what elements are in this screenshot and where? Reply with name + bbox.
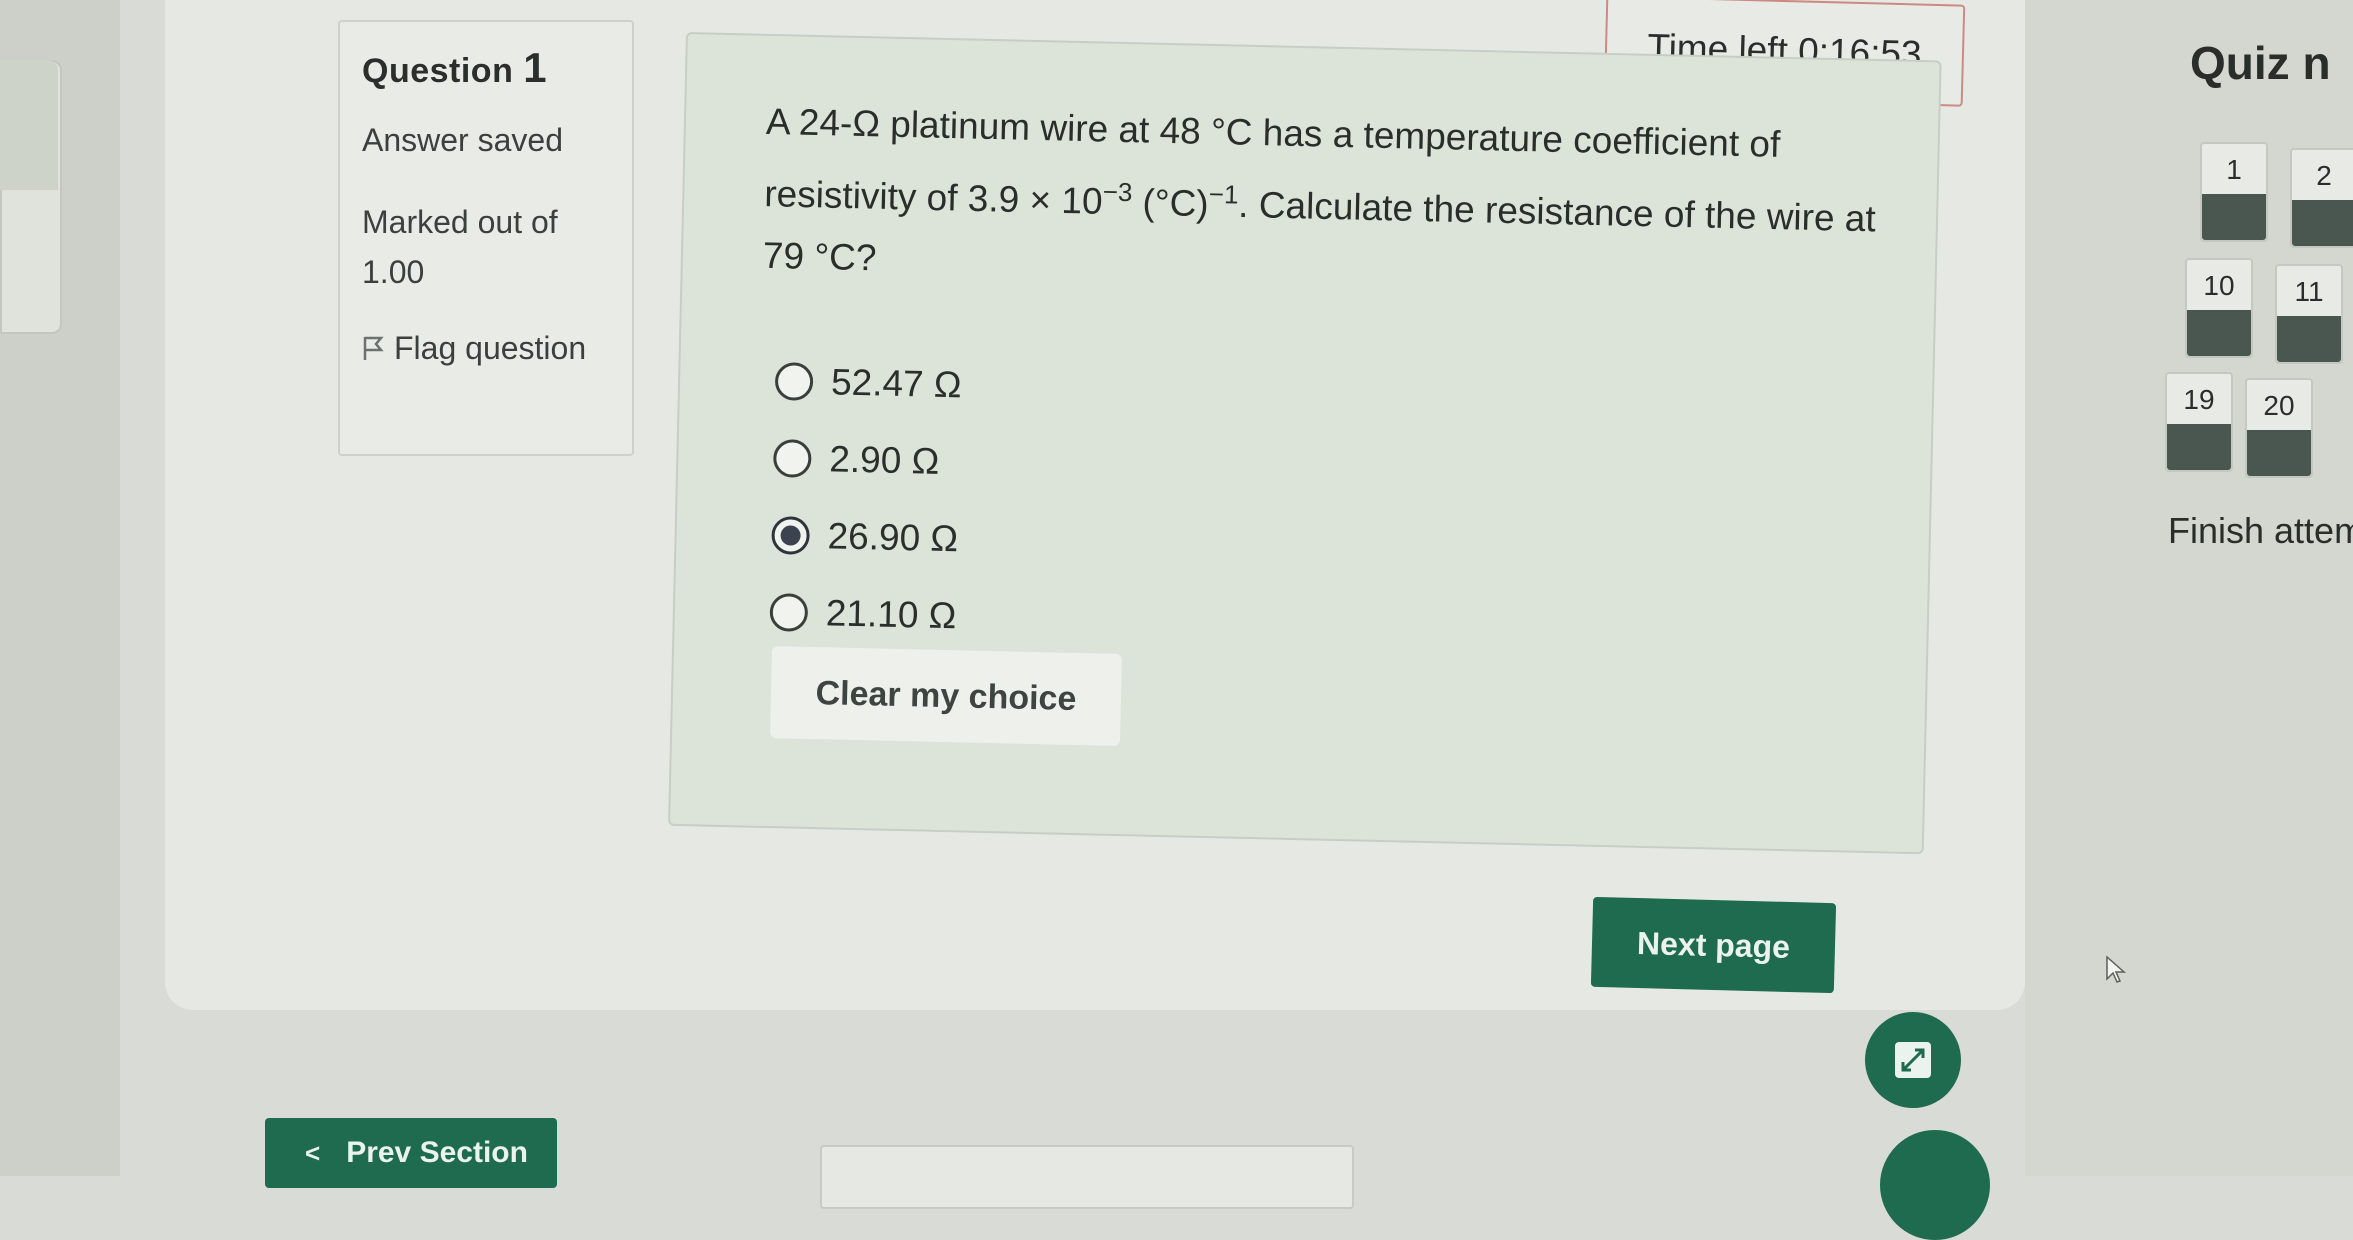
radio-option-1[interactable] xyxy=(774,362,814,401)
quiz-nav-item-2[interactable]: 2 xyxy=(2290,148,2353,248)
quiz-nav-item-1[interactable]: 1 xyxy=(2200,142,2268,242)
answered-indicator xyxy=(2292,200,2353,246)
chevron-left-icon: < xyxy=(305,1137,321,1168)
secondary-fab-button[interactable] xyxy=(1880,1130,1990,1240)
expand-fab-button[interactable] xyxy=(1865,1012,1961,1108)
answered-indicator xyxy=(2187,310,2251,356)
answer-option-2[interactable]: 2.90 Ω xyxy=(772,433,940,487)
quiz-nav-number: 10 xyxy=(2203,270,2235,301)
question-number-label: Question 1 xyxy=(362,44,547,92)
answer-option-4[interactable]: 21.10 Ω xyxy=(769,587,957,641)
question-label-text: Question xyxy=(362,52,514,90)
exponent-1: −3 xyxy=(1102,176,1133,208)
radio-option-2[interactable] xyxy=(772,439,812,478)
flag-icon xyxy=(363,336,384,360)
quiz-nav-number: 19 xyxy=(2183,384,2215,415)
answer-option-3[interactable]: 26.90 Ω xyxy=(771,510,959,564)
quiz-nav-number: 20 xyxy=(2263,390,2295,421)
option-label-4: 21.10 Ω xyxy=(825,592,957,637)
quiz-nav-number: 2 xyxy=(2316,160,2332,191)
quiz-nav-item-10[interactable]: 10 xyxy=(2185,258,2253,358)
option-label-1: 52.47 Ω xyxy=(830,361,963,406)
expand-icon xyxy=(1895,1042,1931,1078)
option-label-3: 26.90 Ω xyxy=(827,515,959,560)
answer-option-1[interactable]: 52.47 Ω xyxy=(774,356,963,410)
question-info-box: Question 1 Answer saved Marked out of 1.… xyxy=(338,20,634,456)
prev-section-label: Prev Section xyxy=(346,1136,528,1169)
question-text-part2: (°C) xyxy=(1131,181,1210,225)
answered-indicator xyxy=(2247,430,2311,476)
quiz-nav-item-20[interactable]: 20 xyxy=(2245,378,2313,478)
prev-section-button[interactable]: < Prev Section xyxy=(265,1118,557,1188)
flag-question-label: Flag question xyxy=(394,330,587,366)
finish-attempt-link[interactable]: Finish attem xyxy=(2168,510,2353,552)
left-drawer-tab-highlight xyxy=(0,60,58,190)
jump-to-field[interactable] xyxy=(820,1145,1354,1209)
question-number: 1 xyxy=(523,44,548,91)
quiz-navigation-title: Quiz n xyxy=(2190,37,2331,89)
marked-out-of: Marked out of 1.00 xyxy=(362,204,558,290)
quiz-nav-item-19[interactable]: 19 xyxy=(2165,372,2233,472)
question-text: A 24-Ω platinum wire at 48 °C has a temp… xyxy=(762,91,1896,313)
question-content-card: A 24-Ω platinum wire at 48 °C has a temp… xyxy=(667,32,1942,855)
quiz-nav-item-11[interactable]: 11 xyxy=(2275,264,2343,364)
answered-indicator xyxy=(2202,194,2266,240)
exponent-2: −1 xyxy=(1208,178,1239,210)
mouse-cursor-icon xyxy=(2106,955,2126,983)
radio-option-3-selected[interactable] xyxy=(771,516,811,555)
answered-indicator xyxy=(2277,316,2341,362)
answer-state: Answer saved xyxy=(362,122,563,158)
next-page-button[interactable]: Next page xyxy=(1590,896,1837,994)
radio-option-4[interactable] xyxy=(769,593,809,632)
option-label-2: 2.90 Ω xyxy=(828,438,940,482)
clear-my-choice-button[interactable]: Clear my choice xyxy=(770,646,1122,747)
flag-question-link[interactable]: Flag question xyxy=(362,322,602,374)
quiz-nav-number: 11 xyxy=(2294,276,2324,307)
answered-indicator xyxy=(2167,424,2231,470)
quiz-nav-number: 1 xyxy=(2226,154,2242,185)
